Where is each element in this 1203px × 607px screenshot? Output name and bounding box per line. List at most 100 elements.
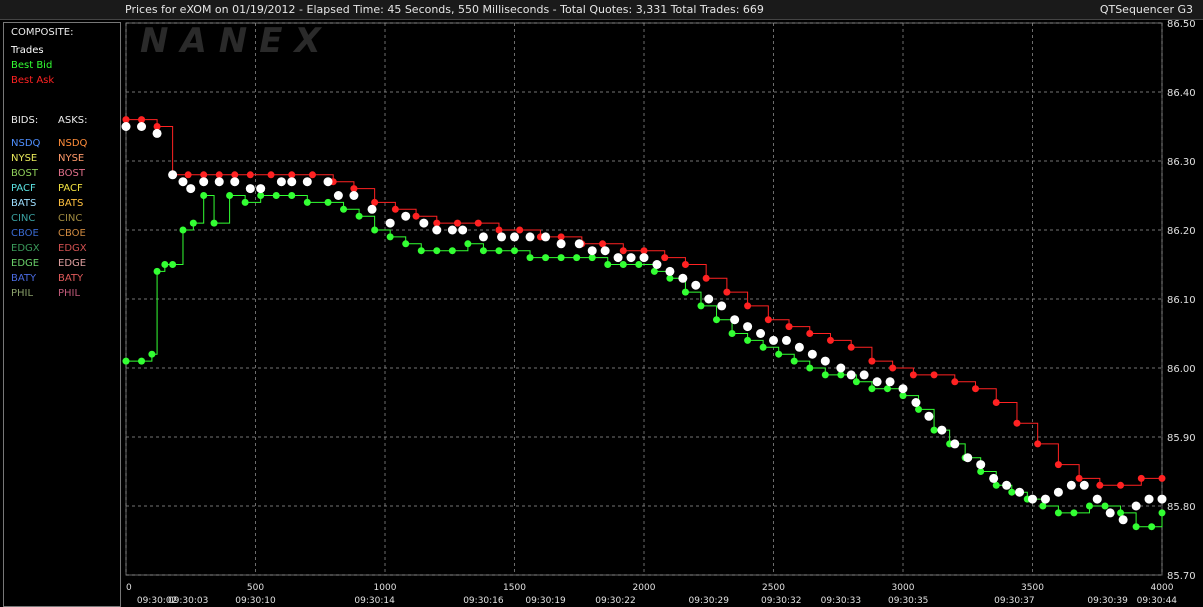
x-tick-label: 500 — [247, 583, 264, 593]
best-bid-point — [161, 261, 169, 268]
best-ask-point — [847, 343, 855, 351]
y-tick-label: 85.70 — [1167, 571, 1196, 582]
x-tick-label: 3000 — [892, 583, 915, 593]
trade-point — [1118, 515, 1128, 525]
trade-point — [691, 280, 701, 290]
trade-point — [186, 184, 196, 194]
best-ask-point — [1096, 481, 1104, 489]
time-label: 09:30:44 — [1137, 596, 1178, 606]
time-label: 09:30:03 — [168, 596, 208, 606]
best-ask-point — [308, 171, 316, 179]
y-tick-label: 85.90 — [1167, 433, 1196, 444]
chart-grid — [125, 22, 1163, 576]
best-bid-point — [526, 254, 534, 262]
trade-point — [872, 377, 882, 387]
time-label: 09:30:10 — [235, 596, 276, 606]
trade-point — [1028, 494, 1037, 504]
trade-point — [730, 315, 740, 325]
trade-point — [911, 398, 921, 407]
best-ask-point — [619, 247, 627, 255]
trade-point — [781, 335, 791, 345]
trade-point — [704, 294, 714, 304]
y-tick-label: 86.40 — [1167, 88, 1196, 99]
price-chart: NANEX 86.50 86.40 86.30 86.20 86.10 86.00 85.9… — [121, 19, 1196, 606]
best-ask-point — [972, 385, 980, 393]
trade-point — [1105, 508, 1115, 518]
trade-point — [924, 411, 934, 421]
x-tick-label: 3500 — [1021, 583, 1044, 593]
x-tick-label: 2000 — [633, 583, 656, 593]
best-ask-point — [930, 371, 938, 379]
best-bid-point — [790, 357, 798, 365]
trade-point — [1079, 480, 1089, 490]
best-bid-point — [402, 240, 410, 248]
trade-point — [230, 177, 240, 187]
trade-point — [820, 356, 830, 366]
best-ask-point — [826, 336, 834, 344]
best-bid-point — [713, 316, 721, 324]
trade-point — [137, 122, 147, 131]
trade-point — [574, 239, 584, 249]
best-ask-point — [1013, 419, 1021, 427]
best-ask-point — [516, 226, 524, 234]
trade-point — [769, 335, 778, 345]
trade-point — [1157, 494, 1167, 504]
trade-point — [1144, 494, 1154, 504]
trade-point — [989, 473, 999, 483]
trade-point — [1002, 480, 1012, 490]
best-bid-point — [464, 240, 472, 248]
trade-point — [333, 191, 343, 200]
best-ask-point — [474, 219, 482, 227]
x-tick-label: 1500 — [503, 583, 526, 593]
trade-point — [1092, 494, 1102, 504]
trade-point — [1131, 501, 1141, 511]
trade-point — [1015, 487, 1025, 497]
best-ask-point — [454, 219, 462, 227]
trade-point — [497, 232, 507, 242]
trade-point — [794, 342, 804, 352]
best-bid-point — [226, 192, 234, 199]
best-ask-point — [1075, 474, 1083, 482]
x-tick-label: 1000 — [374, 583, 397, 593]
trade-point — [349, 191, 359, 200]
trade-point — [652, 260, 662, 269]
trade-point — [626, 253, 636, 263]
best-bid-point — [1148, 523, 1156, 531]
best-bid-point — [479, 247, 487, 255]
best-ask-point — [702, 274, 710, 282]
best-bid-point — [1054, 509, 1062, 517]
best-bid-point — [542, 254, 550, 262]
trade-point — [717, 301, 727, 311]
best-bid-point — [557, 254, 565, 262]
best-ask-point — [184, 171, 192, 179]
best-bid-point — [386, 233, 394, 241]
best-bid-point — [417, 247, 425, 255]
x-tick-label: 0 — [126, 583, 132, 593]
trade-point — [859, 370, 869, 380]
y-tick-label: 86.00 — [1167, 364, 1196, 375]
best-ask-point — [785, 323, 793, 331]
best-bid-point — [1132, 523, 1140, 531]
time-label: 09:30:14 — [354, 596, 395, 606]
best-ask-point — [889, 364, 897, 372]
time-label: 09:30:32 — [761, 596, 801, 606]
best-bid-point — [433, 247, 441, 255]
trade-point — [302, 177, 312, 187]
x-tick-label: 2500 — [762, 583, 785, 593]
y-tick-label: 86.50 — [1167, 19, 1196, 30]
best-ask-point — [681, 261, 689, 268]
time-label: 09:30:35 — [888, 596, 928, 606]
trade-point — [276, 177, 286, 187]
best-ask-point — [951, 378, 959, 386]
best-bid-point — [288, 192, 296, 199]
trade-point — [665, 266, 675, 276]
best-ask-point — [764, 316, 772, 324]
time-label: 09:30:19 — [525, 596, 566, 606]
best-bid-point — [200, 192, 208, 199]
trade-point — [214, 177, 224, 187]
best-bid-point — [303, 198, 311, 206]
trade-point — [478, 232, 488, 242]
best-bid-point — [340, 205, 348, 213]
best-bid-point — [635, 261, 643, 268]
time-label: 09:30:37 — [994, 596, 1034, 606]
